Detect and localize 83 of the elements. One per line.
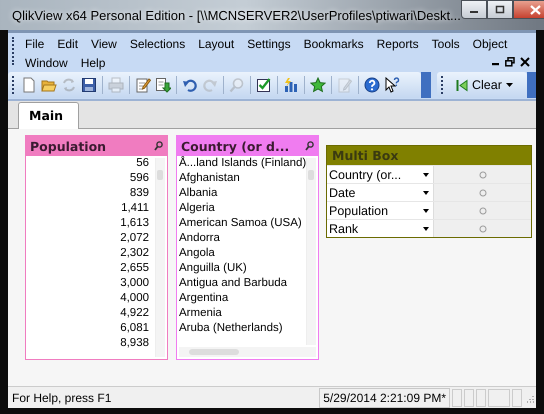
dropdown-arrow-icon[interactable] <box>423 208 429 212</box>
circle-icon <box>478 188 486 196</box>
list-item[interactable]: 4,000 <box>26 291 155 306</box>
sheet-tab[interactable]: Main <box>18 102 80 129</box>
restore-icon <box>494 5 505 14</box>
restore-button[interactable] <box>486 0 513 19</box>
pointer-help-icon[interactable] <box>384 77 400 93</box>
circle-icon <box>478 224 486 232</box>
field-label: Population <box>329 204 388 218</box>
list-item[interactable]: 8,938 <box>26 336 155 351</box>
close-icon[interactable] <box>520 57 530 67</box>
menu-item[interactable]: Layout <box>193 35 240 54</box>
save-icon[interactable] <box>81 77 97 93</box>
list-item[interactable]: 56 <box>26 156 155 171</box>
menu-item[interactable]: Window <box>20 54 73 73</box>
vertical-scrollbar[interactable] <box>155 158 165 357</box>
list-box-title: Population <box>30 138 106 154</box>
list-item[interactable]: Antigua and Barbuda <box>177 276 306 291</box>
close-icon <box>530 4 542 14</box>
undo-icon[interactable] <box>182 77 198 93</box>
menu-item[interactable]: View <box>86 35 122 54</box>
restore-icon[interactable] <box>505 57 515 67</box>
vertical-scrollbar[interactable] <box>306 158 316 345</box>
dropdown-arrow-icon[interactable] <box>423 226 429 230</box>
new-document-icon[interactable] <box>21 77 37 93</box>
list-item[interactable]: Albania <box>177 186 306 201</box>
menu-item[interactable]: Object <box>468 35 512 54</box>
field-label: Date <box>329 186 356 200</box>
list-item[interactable]: 1,613 <box>26 216 155 231</box>
status-timestamp: 5/29/2014 2:21:09 PM* <box>319 388 450 408</box>
field-label: Country (or... <box>329 168 402 182</box>
list-item[interactable]: American Samoa (USA) <box>177 216 306 231</box>
menu-item[interactable]: Reports <box>372 35 424 54</box>
menu-item[interactable]: File <box>20 35 50 54</box>
search-icon[interactable] <box>305 141 314 151</box>
list-item[interactable]: Andorra <box>177 231 306 246</box>
list-item[interactable]: Argentina <box>177 291 306 306</box>
list-item[interactable]: 2,655 <box>26 261 155 276</box>
list-item[interactable]: 2,072 <box>26 231 155 246</box>
list-item[interactable]: 1,411 <box>26 201 155 216</box>
list-item[interactable]: 6,081 <box>26 321 155 336</box>
window-title: QlikView x64 Personal Edition - [\\MCNSERVER2\UserProfiles\ptiwari\Deskt... <box>12 8 461 22</box>
list-item[interactable]: Armenia <box>177 306 306 321</box>
menu-item[interactable]: Bookmarks <box>298 35 369 54</box>
status-help-text: For Help, press F1 <box>12 390 112 404</box>
dropdown-arrow-icon[interactable] <box>423 190 429 194</box>
multi-box-title: Multi Box <box>327 146 531 165</box>
menu-item[interactable]: Tools <box>426 35 465 54</box>
circle-icon <box>478 170 486 178</box>
menu-item[interactable]: Edit <box>52 35 84 54</box>
list-item[interactable]: 3,000 <box>26 276 155 291</box>
help-icon[interactable] <box>364 77 380 93</box>
menu-item[interactable]: Settings <box>242 35 296 54</box>
field-label: Rank <box>329 222 358 236</box>
list-item[interactable]: 2,302 <box>26 246 155 261</box>
field-value-cell[interactable] <box>433 166 531 183</box>
field-value-cell[interactable] <box>433 184 531 201</box>
menu-item[interactable]: Selections <box>124 35 190 54</box>
minimize-button[interactable] <box>460 0 487 19</box>
dropdown-arrow-icon[interactable] <box>423 172 429 176</box>
clear-icon <box>456 78 468 92</box>
star-icon[interactable] <box>310 77 326 93</box>
list-item[interactable]: Å...land Islands (Finland) <box>177 156 306 171</box>
list-item[interactable]: Anguilla (UK) <box>177 261 306 276</box>
menu-item[interactable]: Help <box>76 54 110 73</box>
notepad-pencil-icon[interactable] <box>135 77 151 93</box>
list-item[interactable]: 596 <box>26 171 155 186</box>
bar-chart-icon[interactable] <box>283 77 299 93</box>
list-item[interactable]: Angola <box>177 246 306 261</box>
list-item[interactable]: 4,922 <box>26 306 155 321</box>
list-item[interactable]: Aruba (Netherlands) <box>177 321 306 336</box>
field-value-cell[interactable] <box>433 220 531 237</box>
checkbox-icon[interactable] <box>256 77 272 93</box>
list-item[interactable]: 839 <box>26 186 155 201</box>
list-item[interactable]: Afghanistan <box>177 171 306 186</box>
list-item[interactable]: Algeria <box>177 201 306 216</box>
field-value-cell[interactable] <box>433 202 531 219</box>
horizontal-scrollbar[interactable] <box>179 347 316 357</box>
caret-icon <box>506 83 513 87</box>
list-box-title: Country (or d... <box>181 138 290 154</box>
circle-icon <box>478 206 486 214</box>
document-arrow-icon[interactable] <box>155 77 171 93</box>
search-icon[interactable] <box>154 141 163 151</box>
